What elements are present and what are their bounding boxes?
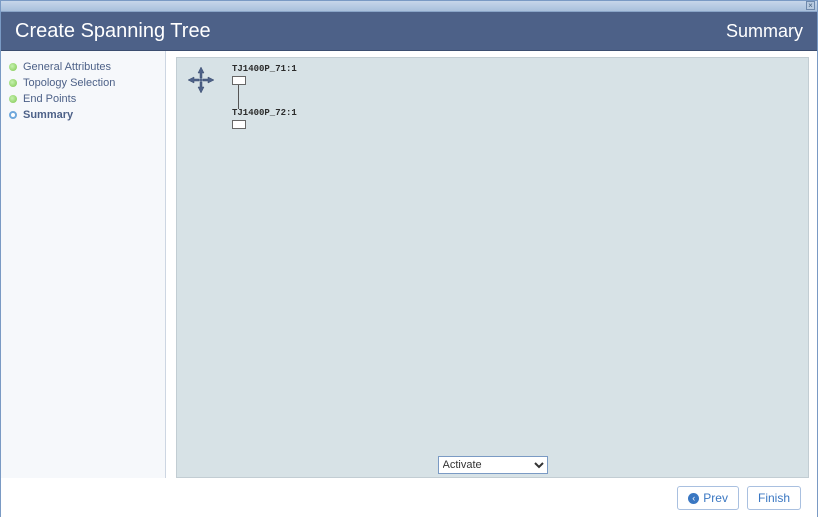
prev-button[interactable]: ‹ Prev (677, 486, 739, 510)
page-title: Create Spanning Tree (15, 20, 211, 43)
wizard-step-label: Summary (23, 109, 73, 121)
wizard-step-label: General Attributes (23, 61, 111, 73)
topology-node-label: TJ1400P_71:1 (232, 64, 302, 74)
wizard-step-label: Topology Selection (23, 77, 115, 89)
finish-button-label: Finish (758, 491, 790, 505)
topology-canvas[interactable]: TJ1400P_71:1 TJ1400P_72:1 Activate (176, 57, 809, 478)
topology-node-label: TJ1400P_72:1 (232, 108, 302, 118)
step-current-icon (9, 111, 17, 119)
dialog-header: Create Spanning Tree Summary (1, 12, 817, 51)
step-complete-icon (9, 63, 17, 71)
canvas-footer: Activate (177, 453, 808, 477)
prev-button-label: Prev (703, 491, 728, 505)
wizard-step-end-points[interactable]: End Points (9, 93, 157, 105)
pan-control[interactable] (187, 66, 215, 94)
device-icon (232, 120, 246, 129)
dialog-window: × Create Spanning Tree Summary General A… (0, 0, 818, 517)
pan-arrows-icon (187, 66, 215, 94)
topology-node[interactable]: TJ1400P_71:1 (232, 64, 302, 85)
wizard-steps-sidebar: General Attributes Topology Selection En… (1, 51, 166, 478)
arrow-left-icon: ‹ (688, 493, 699, 504)
wizard-step-topology-selection[interactable]: Topology Selection (9, 77, 157, 89)
wizard-step-label: End Points (23, 93, 76, 105)
main-panel: TJ1400P_71:1 TJ1400P_72:1 Activate (166, 51, 817, 478)
step-complete-icon (9, 79, 17, 87)
finish-button[interactable]: Finish (747, 486, 801, 510)
wizard-step-general-attributes[interactable]: General Attributes (9, 61, 157, 73)
wizard-step-summary[interactable]: Summary (9, 109, 157, 121)
titlebar: × (1, 1, 817, 12)
device-icon (232, 76, 246, 85)
topology-node[interactable]: TJ1400P_72:1 (232, 108, 302, 129)
close-icon[interactable]: × (806, 1, 815, 10)
dialog-body: General Attributes Topology Selection En… (1, 51, 817, 478)
page-subtitle: Summary (726, 21, 803, 42)
step-complete-icon (9, 95, 17, 103)
dialog-footer: ‹ Prev Finish (1, 478, 817, 517)
topology-link (238, 85, 239, 109)
action-select[interactable]: Activate (438, 456, 548, 474)
